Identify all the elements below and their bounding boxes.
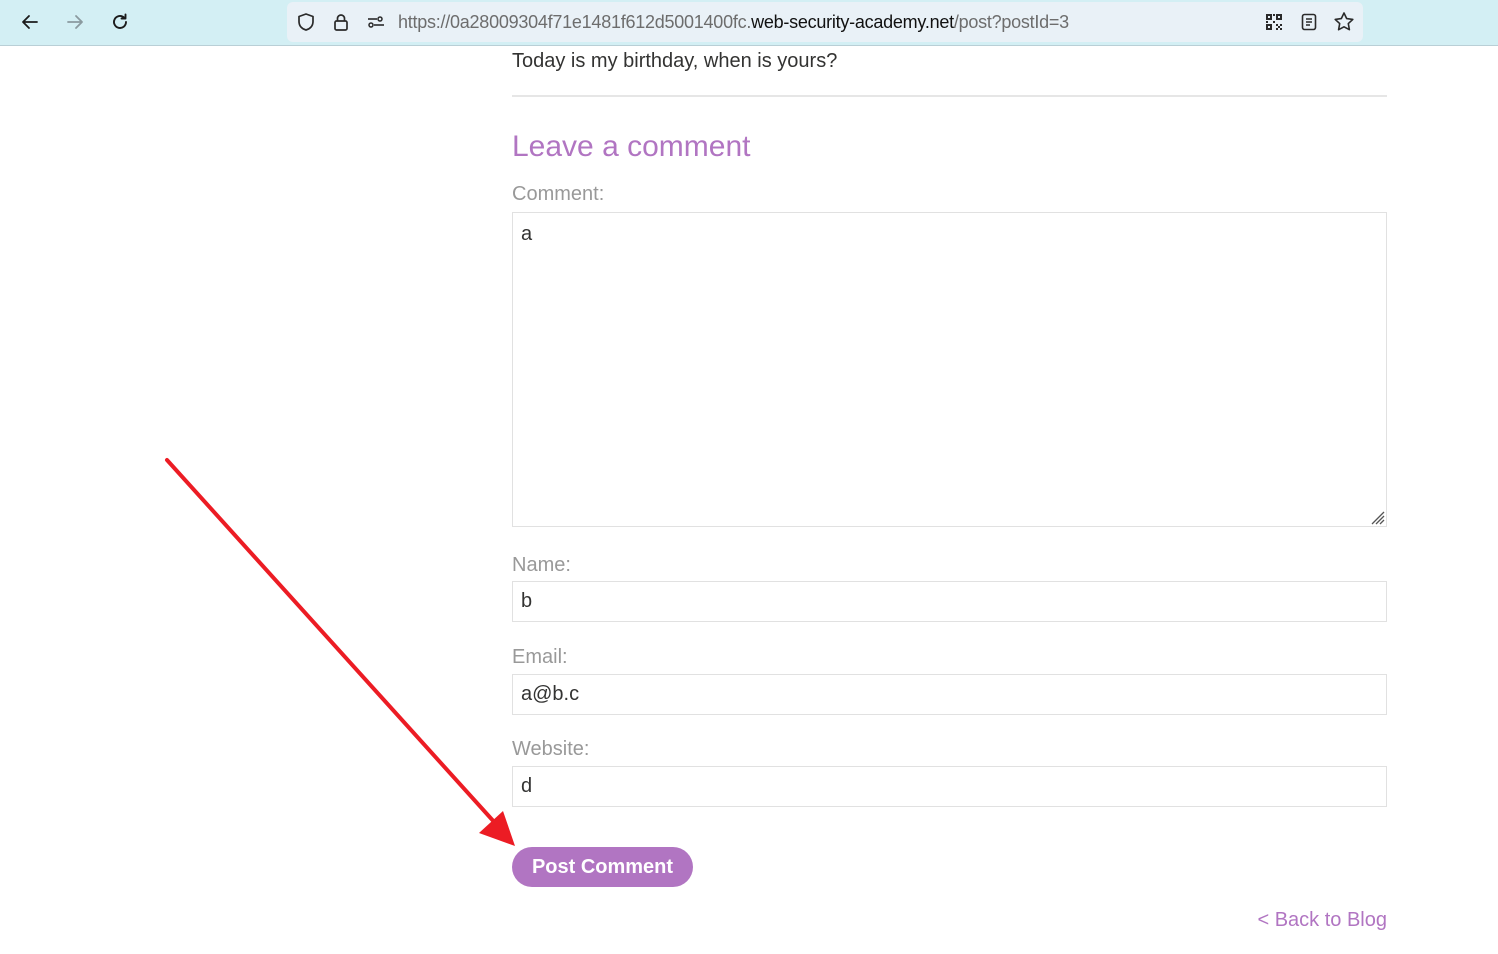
- reader-view-icon: [1301, 13, 1317, 31]
- qr-code-button[interactable]: [1263, 11, 1285, 33]
- comment-textarea[interactable]: [512, 212, 1387, 527]
- tracking-protection-button[interactable]: [295, 11, 317, 33]
- forward-arrow-icon: [67, 15, 83, 29]
- name-label: Name:: [512, 554, 571, 576]
- permissions-icon: [368, 16, 384, 28]
- comment-textarea-wrapper: [512, 212, 1387, 527]
- bookmark-button[interactable]: [1333, 11, 1355, 33]
- website-input[interactable]: [512, 766, 1387, 807]
- reader-view-button[interactable]: [1298, 11, 1320, 33]
- section-divider: [512, 95, 1387, 97]
- lock-icon: [334, 14, 348, 31]
- address-bar[interactable]: https://0a28009304f71e1481f612d5001400fc…: [287, 2, 1363, 42]
- url-text[interactable]: https://0a28009304f71e1481f612d5001400fc…: [398, 12, 1069, 33]
- annotation-arrow-shaft: [165, 458, 498, 826]
- forward-button[interactable]: [59, 7, 91, 37]
- qr-code-icon: [1266, 14, 1282, 30]
- comment-form-heading: Leave a comment: [512, 130, 751, 163]
- comment-label: Comment:: [512, 183, 605, 205]
- browser-toolbar: https://0a28009304f71e1481f612d5001400fc…: [0, 0, 1498, 46]
- post-body-text: Today is my birthday, when is yours?: [512, 50, 838, 72]
- reload-icon: [113, 13, 127, 29]
- annotation-arrow-head: [479, 811, 515, 846]
- bookmark-star-icon: [1334, 12, 1354, 31]
- shield-icon: [298, 13, 314, 31]
- website-label: Website:: [512, 738, 590, 760]
- url-path: /post?postId=3: [953, 12, 1069, 32]
- back-arrow-icon: [22, 15, 38, 29]
- email-label: Email:: [512, 646, 568, 668]
- back-button[interactable]: [14, 7, 46, 37]
- reload-button[interactable]: [104, 7, 136, 37]
- permissions-button[interactable]: [365, 11, 387, 33]
- resize-grip-icon[interactable]: [1369, 509, 1385, 525]
- post-comment-button[interactable]: Post Comment: [512, 847, 693, 887]
- url-domain: web-security-academy.net: [751, 12, 954, 32]
- name-input[interactable]: [512, 581, 1387, 622]
- url-subdomain: https://0a28009304f71e1481f612d5001400fc…: [398, 12, 752, 32]
- back-to-blog-link[interactable]: < Back to Blog: [1257, 909, 1387, 932]
- email-input[interactable]: [512, 674, 1387, 715]
- site-security-button[interactable]: [330, 11, 352, 33]
